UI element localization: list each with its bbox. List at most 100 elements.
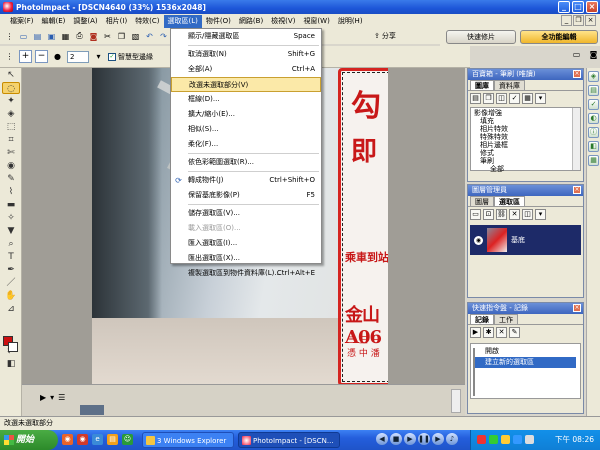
- menu-help[interactable]: 說明(H): [334, 15, 367, 28]
- history-item-selected[interactable]: 建立新的選取區: [475, 357, 576, 368]
- menu-item-keep-base[interactable]: 保留基底影像(P) F5: [171, 188, 321, 203]
- folder-icon[interactable]: ▤: [107, 434, 118, 445]
- menu-view[interactable]: 檢視(V): [267, 15, 299, 28]
- eraser-icon[interactable]: ▬: [2, 199, 20, 211]
- panel-menu-icon[interactable]: ▾: [535, 93, 546, 104]
- tab-gallery[interactable]: 圖庫: [470, 80, 494, 90]
- tree-scrollbar[interactable]: [572, 108, 580, 170]
- menu-item-select-all[interactable]: 全部(A) Ctrl+A: [171, 62, 321, 77]
- menu-item-deselect[interactable]: 取消選取(N) Shift+G: [171, 47, 321, 62]
- text-tool-icon[interactable]: T: [2, 251, 20, 263]
- tab-database[interactable]: 資料庫: [494, 80, 525, 90]
- cut-icon[interactable]: ✂: [101, 30, 114, 43]
- menu-item-save-selection[interactable]: 儲存選取區(V)...: [171, 206, 321, 221]
- tree-item[interactable]: 修式: [474, 149, 577, 157]
- panel-close-icon[interactable]: ×: [573, 186, 581, 194]
- camera-icon[interactable]: ◙: [87, 30, 100, 43]
- ie-icon[interactable]: e: [92, 434, 103, 445]
- menu-window[interactable]: 視窗(W): [299, 15, 333, 28]
- transform-tool-icon[interactable]: ⬚: [2, 121, 20, 133]
- tree-item[interactable]: 填充: [474, 117, 577, 125]
- history-item[interactable]: 開啟: [475, 346, 576, 357]
- clock[interactable]: 下午 08:26: [555, 430, 594, 450]
- menu-item-convert-object[interactable]: ⟳ 轉成物件(J) Ctrl+Shift+O: [171, 173, 321, 188]
- menu-selection[interactable]: 選取區(L): [163, 14, 202, 28]
- magic-wand-icon[interactable]: ✦: [2, 95, 20, 107]
- menu-item-soften[interactable]: 柔化(F)...: [171, 137, 321, 152]
- messenger-icon[interactable]: ☺: [122, 434, 133, 445]
- play-record-icon[interactable]: ▶: [470, 327, 481, 338]
- pick-tool-icon[interactable]: ↖: [2, 69, 20, 81]
- stop-icon[interactable]: ■: [390, 433, 402, 445]
- play-icon[interactable]: ▶: [40, 393, 46, 402]
- start-button[interactable]: 開始: [0, 430, 58, 450]
- menu-item-expand-shrink[interactable]: 擴大/縮小(E)...: [171, 107, 321, 122]
- layer-options-icon[interactable]: ▾: [535, 209, 546, 220]
- retouch-icon[interactable]: ✧: [2, 212, 20, 224]
- taskbar-item-photoimpact[interactable]: PhotoImpact - [DSCN...: [238, 432, 340, 448]
- menu-object[interactable]: 物件(O): [202, 15, 235, 28]
- spinner-icon[interactable]: ▾: [92, 50, 105, 63]
- pause-icon[interactable]: ❚❚: [418, 433, 430, 445]
- tree-item[interactable]: 相片邊框: [474, 141, 577, 149]
- clone-brush-icon[interactable]: ⌇: [2, 186, 20, 198]
- share-button[interactable]: ⇪ 分享: [374, 30, 396, 42]
- path-tool-icon[interactable]: ✒: [2, 264, 20, 276]
- new-file-icon[interactable]: ▭: [17, 30, 30, 43]
- folder-icon[interactable]: ▤: [470, 93, 481, 104]
- panel-close-icon[interactable]: ×: [573, 70, 581, 78]
- menu-item-import-selection[interactable]: 匯入選取區(I)...: [171, 236, 321, 251]
- tab-quick-fix[interactable]: 快速修片: [446, 30, 516, 44]
- prev-icon[interactable]: ◀: [376, 433, 388, 445]
- close-icon[interactable]: ×: [586, 1, 598, 13]
- list-icon[interactable]: ☰: [58, 393, 65, 402]
- palette-toggle-icon[interactable]: ◐: [588, 113, 599, 124]
- app-icon[interactable]: [3, 2, 13, 12]
- cutout-tool-icon[interactable]: ✄: [2, 147, 20, 159]
- layer-delete-icon[interactable]: ✕: [509, 209, 520, 220]
- remove-icon[interactable]: ✕: [496, 327, 507, 338]
- size-input[interactable]: 2: [67, 50, 89, 63]
- tab-task[interactable]: 工作: [494, 314, 518, 324]
- background-color-swatch[interactable]: [8, 342, 18, 352]
- tree-item[interactable]: 影像增強: [474, 109, 577, 117]
- menu-item-toggle-selection[interactable]: 顯示/隱藏選取區 Space: [171, 29, 321, 44]
- bluetooth-icon[interactable]: [513, 435, 522, 444]
- menu-item-invert-selection[interactable]: 改選未選取部分(V): [171, 77, 321, 92]
- apply-icon[interactable]: ✓: [509, 93, 520, 104]
- snapshot-icon[interactable]: ◙: [587, 48, 600, 61]
- smart-edge-checkbox[interactable]: ✓ 智慧型邊緣: [108, 52, 153, 62]
- tab-full-edit[interactable]: 全功能編輯: [520, 30, 598, 44]
- layer-link-icon[interactable]: ⛓: [496, 209, 507, 220]
- fill-tool-icon[interactable]: ▼: [2, 225, 20, 237]
- lasso-tool-icon[interactable]: ◌: [2, 82, 20, 94]
- menu-adjust[interactable]: 調整(A): [69, 15, 101, 28]
- storyboard-scrollbar[interactable]: [451, 389, 461, 413]
- panel-close-icon[interactable]: ×: [573, 304, 581, 312]
- volume-icon[interactable]: ♪: [446, 433, 458, 445]
- tab-layers[interactable]: 圖層: [470, 196, 494, 206]
- menu-item-copy-to-library[interactable]: 複製選取區到物件資料庫(L)... Ctrl+Alt+E: [171, 266, 321, 281]
- zoom-tool-icon[interactable]: ⌕: [2, 238, 20, 250]
- speaker-icon[interactable]: [525, 435, 534, 444]
- copy-icon[interactable]: ❐: [483, 93, 494, 104]
- scanner-icon[interactable]: ▦: [59, 30, 72, 43]
- alert-icon[interactable]: [501, 435, 510, 444]
- command-toggle-icon[interactable]: ✓: [588, 99, 599, 110]
- panel-toggle-icon[interactable]: ▭: [570, 48, 583, 61]
- taskbar-item-explorer[interactable]: 3 Windows Explorer: [142, 432, 234, 448]
- doc-minimize-icon[interactable]: _: [561, 15, 572, 26]
- crop-tool-icon[interactable]: ⌗: [2, 134, 20, 146]
- eye-icon[interactable]: ◉: [474, 235, 483, 245]
- line-tool-icon[interactable]: ／: [2, 277, 20, 289]
- undo-icon[interactable]: ↶: [143, 30, 156, 43]
- layer-new-icon[interactable]: ▭: [470, 209, 481, 220]
- history-slider[interactable]: [473, 348, 475, 396]
- add-mode-button[interactable]: +: [19, 50, 32, 63]
- tree-item[interactable]: 筆刷: [474, 157, 577, 165]
- maximize-icon[interactable]: □: [572, 1, 584, 13]
- mode-toggle-icon[interactable]: ◧: [2, 358, 20, 370]
- grid-icon[interactable]: ▦: [522, 93, 533, 104]
- layer-item-base[interactable]: ◉ 基底: [470, 225, 581, 255]
- paste-icon[interactable]: ▧: [129, 30, 142, 43]
